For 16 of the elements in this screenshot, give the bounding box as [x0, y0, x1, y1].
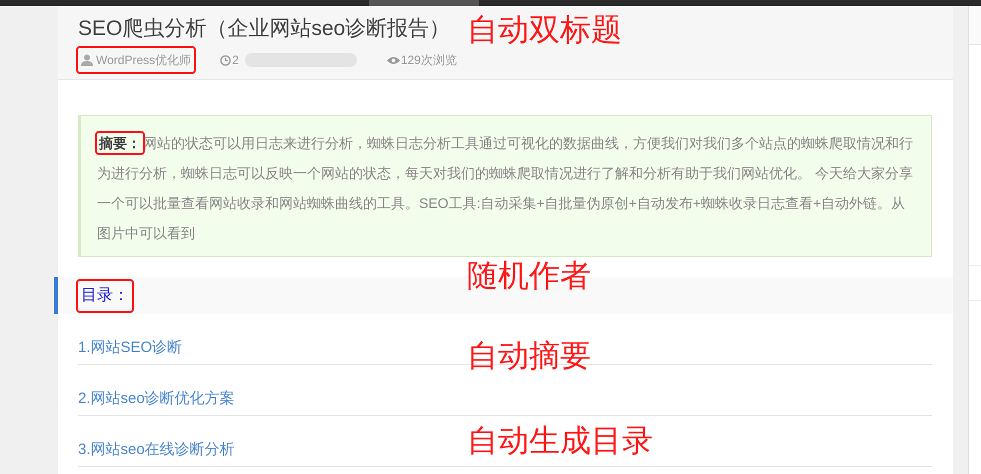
- author-link[interactable]: WordPress优化师: [78, 48, 194, 72]
- toc-link[interactable]: 1.网站SEO诊断: [78, 338, 182, 358]
- summary-label: 摘要：: [97, 133, 143, 153]
- toc-link[interactable]: 2.网站seo诊断优化方案: [78, 389, 235, 409]
- user-icon: [81, 54, 93, 66]
- annotation-label: 自动生成目录: [467, 423, 653, 459]
- annotation-label: 自动双标题: [467, 12, 622, 48]
- article-title: SEO爬虫分析（企业网站seo诊断报告）: [78, 16, 450, 42]
- clock-icon: [220, 54, 232, 66]
- post-date: 2: [232, 52, 239, 69]
- toc-link[interactable]: 3.网站seo在线诊断分析: [78, 440, 235, 460]
- eye-icon: [386, 56, 400, 64]
- annotation-label: 自动摘要: [467, 338, 591, 374]
- annotation-label: 随机作者: [467, 258, 591, 294]
- toc-title: 目录：: [78, 280, 132, 310]
- view-count: 129次浏览: [400, 52, 457, 69]
